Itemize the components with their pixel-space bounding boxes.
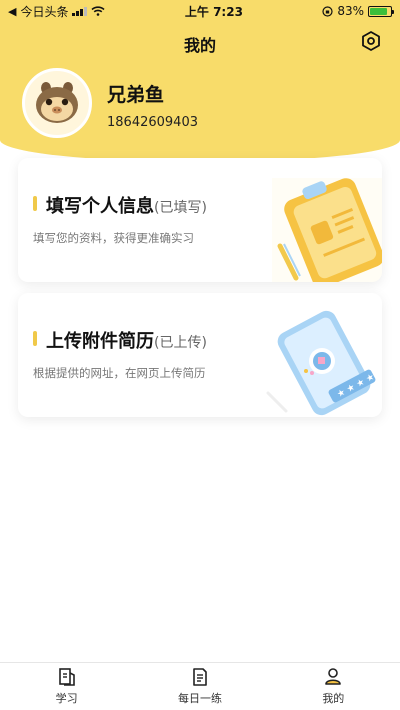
bottom-tab-bar: 学习 每日一练 我的	[0, 662, 400, 710]
book-icon	[58, 668, 75, 686]
back-app-label[interactable]: 今日头条	[20, 3, 68, 20]
phone-upload-icon: ★ ★ ★ ★	[266, 310, 376, 416]
id-card-clipboard-icon	[272, 178, 382, 282]
card-accent-bar	[33, 331, 37, 346]
tab-label: 学习	[55, 692, 78, 705]
tab-mine[interactable]: 我的	[267, 663, 400, 710]
tab-daily-practice[interactable]: 每日一练	[133, 663, 266, 710]
card-status: (已填写)	[154, 200, 207, 216]
battery-percent: 83%	[337, 4, 364, 18]
tab-study[interactable]: 学习	[0, 663, 133, 710]
orientation-lock-icon	[322, 5, 333, 17]
card-title: 上传附件简历(已上传)	[46, 327, 207, 353]
signal-icon	[72, 6, 88, 16]
status-left: ◀ 今日头条	[8, 3, 106, 20]
battery-fill	[370, 7, 387, 15]
settings-hexagon-icon[interactable]	[360, 30, 382, 52]
back-arrow-icon[interactable]: ◀	[8, 5, 16, 18]
card-description: 填写您的资料，获得更准确实习	[33, 231, 194, 245]
mascot-icon	[36, 82, 78, 123]
status-right: 83%	[322, 4, 394, 18]
card-title-text: 填写个人信息	[46, 196, 154, 217]
card-status: (已上传)	[154, 335, 207, 351]
card-title-text: 上传附件简历	[46, 331, 154, 352]
user-name[interactable]: 兄弟鱼	[107, 80, 164, 107]
status-time: 上午 7:23	[184, 4, 243, 19]
avatar[interactable]	[22, 68, 92, 138]
card-description: 根据提供的网址，在网页上传简历	[33, 366, 206, 380]
page-title: 我的	[183, 36, 216, 55]
user-icon	[325, 668, 342, 685]
fill-profile-card[interactable]: 填写个人信息(已填写) 填写您的资料，获得更准确实习	[18, 158, 382, 282]
profile-header: 我的 兄弟鱼 18642609403	[0, 22, 400, 162]
battery-icon	[368, 5, 394, 17]
tab-label: 每日一练	[177, 692, 222, 705]
document-icon	[193, 668, 207, 686]
upload-resume-card[interactable]: 上传附件简历(已上传) 根据提供的网址，在网页上传简历 ★ ★ ★ ★	[18, 293, 382, 417]
card-title: 填写个人信息(已填写)	[46, 192, 207, 218]
wifi-icon	[91, 6, 106, 16]
tab-label: 我的	[322, 692, 345, 705]
user-phone: 18642609403	[107, 115, 198, 130]
status-bar: ◀ 今日头条 上午 7:23 83%	[0, 0, 400, 22]
card-accent-bar	[33, 196, 37, 211]
